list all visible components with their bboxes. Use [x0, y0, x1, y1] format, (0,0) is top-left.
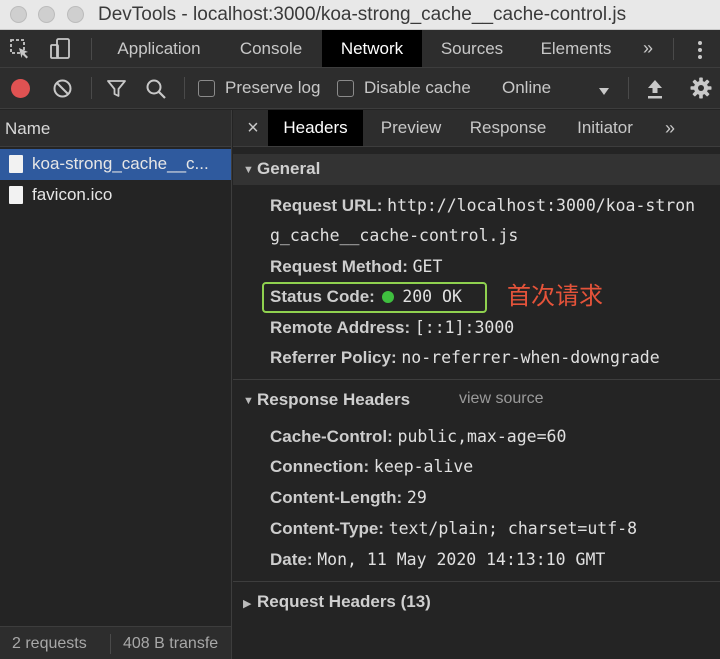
kebab-menu-icon[interactable]: [693, 39, 707, 61]
request-headers-title: Request Headers (13): [257, 592, 431, 611]
referrer-policy-row: Referrer Policy: no-referrer-when-downgr…: [270, 348, 660, 368]
name-column-header[interactable]: Name: [0, 110, 231, 147]
response-header-row: Date: Mon, 11 May 2020 14:13:10 GMT: [270, 550, 605, 570]
response-headers-title: Response Headers: [257, 390, 411, 409]
first-request-annotation: 首次请求: [507, 282, 603, 310]
preserve-log-checkbox[interactable]: [198, 80, 215, 97]
response-header-row: Cache-Control: public,max-age=60: [270, 427, 566, 447]
response-headers-section-header[interactable]: ▼ Response Headers view source: [233, 385, 720, 416]
clear-icon[interactable]: [52, 78, 73, 99]
toolbar-separator: [184, 77, 185, 99]
request-name: koa-strong_cache__c...: [32, 154, 209, 173]
header-key: Content-Type:: [270, 519, 384, 538]
window-zoom-button[interactable]: [67, 6, 84, 23]
response-header-row: Content-Type: text/plain; charset=utf-8: [270, 519, 637, 539]
toolbar-separator: [628, 77, 629, 99]
response-header-row: Connection: keep-alive: [270, 457, 473, 477]
response-header-row: Content-Length: 29: [270, 488, 427, 508]
tab-headers[interactable]: Headers: [268, 110, 363, 146]
request-headers-section-header[interactable]: ▶ Request Headers (13): [233, 587, 720, 618]
settings-gear-icon[interactable]: [690, 77, 712, 99]
header-value: Mon, 11 May 2020 14:13:10 GMT: [317, 550, 606, 569]
request-url-value: http://localhost:3000/koa-stron: [387, 196, 696, 215]
remote-address-row: Remote Address: [::1]:3000: [270, 318, 514, 338]
request-url-continuation: g_cache__cache-control.js: [270, 226, 518, 246]
header-value: text/plain; charset=utf-8: [388, 519, 638, 538]
expanded-triangle-icon: ▼: [243, 164, 254, 176]
referrer-policy-key: Referrer Policy:: [270, 348, 397, 367]
request-method-key: Request Method:: [270, 257, 408, 276]
window-minimize-button[interactable]: [38, 6, 55, 23]
search-icon[interactable]: [145, 78, 167, 100]
remote-address-value: [::1]:3000: [414, 318, 515, 337]
header-key: Cache-Control:: [270, 427, 393, 446]
request-method-row: Request Method: GET: [270, 257, 442, 277]
close-details-icon[interactable]: ×: [241, 110, 265, 146]
expanded-triangle-icon: ▼: [243, 395, 254, 407]
disable-cache-checkbox[interactable]: [337, 80, 354, 97]
remote-address-key: Remote Address:: [270, 318, 411, 337]
tab-separator: [91, 38, 92, 60]
header-value: keep-alive: [373, 457, 474, 476]
request-url-value-continued: g_cache__cache-control.js: [270, 226, 519, 245]
request-details-pane: × Headers Preview Response Initiator » ▼…: [233, 110, 720, 659]
header-value: 29: [406, 488, 427, 507]
toolbar-separator: [91, 77, 92, 99]
more-tabs-chevron-icon[interactable]: »: [658, 110, 682, 146]
window-title: DevTools - localhost:3000/koa-strong_cac…: [98, 4, 627, 25]
network-toolbar: Preserve log Disable cache Online: [0, 68, 720, 109]
status-highlight-box: [262, 282, 487, 313]
devtools-main-tabbar: Application Console Network Sources Elem…: [0, 30, 720, 68]
filter-icon[interactable]: [106, 78, 127, 99]
request-url-key: Request URL:: [270, 196, 383, 215]
window-close-button[interactable]: [10, 6, 27, 23]
device-toolbar-icon[interactable]: [48, 37, 72, 61]
view-source-link[interactable]: view source: [459, 390, 543, 408]
referrer-policy-value: no-referrer-when-downgrade: [401, 348, 660, 367]
header-key: Date:: [270, 550, 313, 569]
window-titlebar: DevTools - localhost:3000/koa-strong_cac…: [0, 0, 720, 30]
tab-console[interactable]: Console: [225, 30, 317, 67]
tab-separator: [673, 38, 674, 60]
file-icon: [9, 186, 23, 204]
dropdown-arrow-icon[interactable]: [598, 84, 610, 95]
inspect-element-icon[interactable]: [9, 38, 31, 60]
general-section-header[interactable]: ▼ General: [233, 154, 720, 185]
request-count: 2 requests: [12, 635, 87, 652]
section-divider: [233, 581, 720, 582]
request-row[interactable]: favicon.ico: [0, 180, 231, 211]
tab-sources[interactable]: Sources: [428, 30, 516, 67]
tab-preview[interactable]: Preview: [370, 110, 452, 146]
more-tabs-chevron-icon[interactable]: »: [636, 30, 660, 67]
tab-initiator[interactable]: Initiator: [566, 110, 644, 146]
tab-application[interactable]: Application: [103, 30, 215, 67]
tab-elements[interactable]: Elements: [528, 30, 624, 67]
general-section-title: General: [257, 159, 321, 178]
tab-network[interactable]: Network: [322, 30, 422, 67]
preserve-log-label[interactable]: Preserve log: [225, 78, 320, 98]
disable-cache-label[interactable]: Disable cache: [364, 78, 471, 98]
request-row[interactable]: koa-strong_cache__c...: [0, 149, 231, 180]
header-key: Content-Length:: [270, 488, 403, 507]
request-name: favicon.ico: [32, 185, 113, 204]
request-list-pane: Name koa-strong_cache__c... favicon.ico …: [0, 110, 232, 659]
import-har-icon[interactable]: [646, 78, 664, 100]
summary-separator: [110, 634, 111, 654]
js-file-icon: [9, 155, 23, 173]
request-url-row: Request URL: http://localhost:3000/koa-s…: [270, 196, 695, 216]
name-column-label: Name: [5, 119, 51, 138]
request-method-value: GET: [412, 257, 443, 276]
header-key: Connection:: [270, 457, 370, 476]
tab-response[interactable]: Response: [459, 110, 557, 146]
network-summary-bar: 2 requests 408 B transfe: [0, 626, 231, 659]
details-tabbar: × Headers Preview Response Initiator »: [233, 110, 720, 147]
header-value: public,max-age=60: [397, 427, 567, 446]
throttling-select[interactable]: Online: [502, 78, 551, 98]
transferred-size: 408 B transfe: [123, 635, 219, 652]
section-divider: [233, 379, 720, 380]
record-button[interactable]: [11, 79, 30, 98]
collapsed-triangle-icon: ▶: [243, 598, 252, 610]
